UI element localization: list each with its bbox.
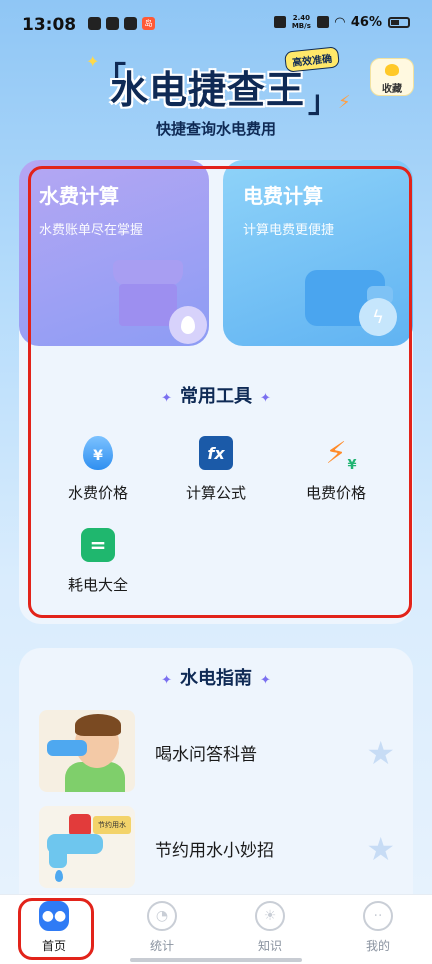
star-icon[interactable]: ★ [366,830,395,868]
tab-stats[interactable]: ◔ 统计 [122,901,202,954]
guide-item-label: 节约用水小妙招 [155,841,274,861]
tab-profile[interactable]: ⋅⋅ 我的 [338,901,418,954]
accuracy-badge: 高效准确 [284,46,340,73]
sim-icon [316,16,329,28]
drinking-thumbnail [39,710,135,792]
network-speed: 2.40 MB/s [291,14,311,30]
status-time: 13:08 [22,15,77,35]
status-right: 2.40 MB/s ◠ 46% [273,14,410,30]
home-indicator[interactable] [130,958,302,962]
guide-section-title: ✦ 水电指南 ✦ [161,668,271,689]
tab-knowledge[interactable]: ☀ 知识 [230,901,310,954]
favorite-icon [385,64,399,76]
smiley-icon: ⋅⋅ [363,901,393,931]
sparkle-icon: ✦ [260,673,271,688]
favorite-button[interactable]: 收藏 [370,58,414,96]
tab-label: 统计 [149,939,174,953]
lightning-icon: ⚡ [338,92,351,113]
status-app-icons: 岛 [88,17,155,30]
vibrate-icon [273,16,286,28]
lightbulb-icon: ☀ [255,901,285,931]
title-bracket-right: 」 [308,85,338,120]
highlight-box-home-tab [18,898,94,960]
battery-icon [388,16,410,28]
tab-label: 我的 [365,939,390,953]
app-title-block: 「 水电捷查王 」 高效准确 [96,46,340,120]
battery-text: 46% [350,14,382,30]
app-title: 水电捷查王 [110,68,306,112]
guide-item-label: 喝水问答科普 [155,745,257,765]
guide-card: ✦ 水电指南 ✦ 喝水问答科普 ★ 节约用水 节约用水小妙招 ★ [19,648,413,908]
guide-item-save-water[interactable]: 节约用水 节约用水小妙招 ★ [39,806,399,888]
favorite-label: 收藏 [382,84,402,95]
guide-item-drinking[interactable]: 喝水问答科普 ★ [39,710,399,792]
highlight-box-main [28,166,412,618]
wifi-icon: ◠ [334,14,345,30]
tab-label: 知识 [257,939,282,953]
app-subtitle: 快捷查询水电费用 [155,120,276,138]
notification-app-icon [106,17,119,30]
star-icon[interactable]: ★ [366,734,395,772]
sparkle-icon: ✦ [161,673,172,688]
notification-app-icon [88,17,101,30]
faucet-thumbnail: 节约用水 [39,806,135,888]
notification-app-icon: 岛 [142,17,155,30]
notification-app-icon [124,17,137,30]
status-bar: 13:08 岛 2.40 MB/s ◠ 46% [0,0,432,48]
pie-chart-icon: ◔ [147,901,177,931]
